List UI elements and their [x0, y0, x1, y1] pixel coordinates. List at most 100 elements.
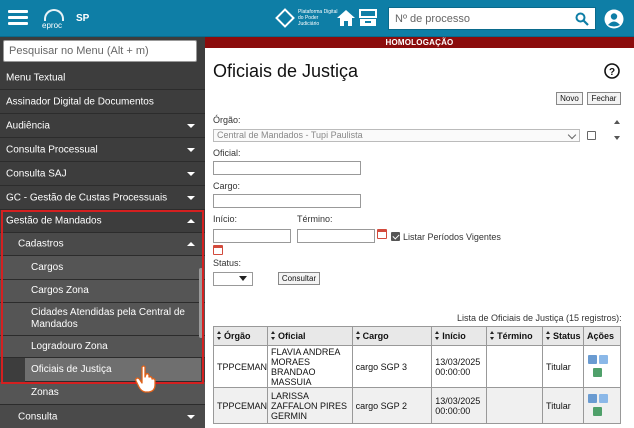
chevron-down-icon [187, 414, 195, 419]
sidebar-subitem-cargos-zona[interactable]: Cargos Zona [0, 280, 205, 303]
home-icon[interactable] [336, 9, 356, 27]
sidebar-item-label: Zonas [31, 387, 59, 398]
sidebar-item-gestao-custas[interactable]: GC - Gestão de Custas Processuais [0, 186, 205, 210]
sidebar-item-label: Cargos [31, 261, 64, 273]
cell-inicio: 13/03/2025 00:00:00 [431, 387, 488, 424]
process-search-input[interactable] [395, 11, 565, 27]
logo-text: eproc [42, 21, 63, 30]
cell-acoes [583, 345, 621, 388]
cell-status: Titular [542, 387, 585, 424]
sidebar-item-consulta[interactable]: Consulta [0, 405, 205, 428]
sidebar-item-label: Consulta [18, 411, 58, 422]
sidebar-scrollbar[interactable] [199, 268, 203, 338]
cell-status: Titular [542, 345, 585, 388]
help-icon[interactable]: ? [604, 63, 620, 79]
cell-termino [486, 387, 544, 424]
orgao-select[interactable]: Central de Mandados - Tupi Paulista [213, 129, 580, 142]
new-button[interactable]: Novo [556, 92, 583, 105]
cell-orgao: TPPCEMAN [212, 387, 269, 424]
sidebar-item-label: Oficiais de Justiça [31, 363, 112, 375]
edit-icon[interactable] [588, 354, 598, 364]
sidebar-item-label: GC - Gestão de Custas Processuais [6, 192, 168, 203]
sidebar-subitem-oficiais-justica[interactable]: Oficiais de Justiça [25, 358, 201, 382]
document-icon[interactable] [599, 393, 609, 403]
eproc-logo[interactable]: eproc [42, 7, 66, 31]
sidebar-item-label: Cidades Atendidas pela Central de Mandad… [31, 307, 185, 330]
homologation-banner: HOMOLOGAÇÃO [205, 37, 634, 48]
hand-pointer-cursor-icon [135, 365, 156, 393]
inicio-label: Início: [213, 214, 238, 224]
column-header-acoes: Ações [583, 326, 621, 346]
status-label: Status: [213, 258, 242, 268]
chevron-down-icon [187, 195, 195, 200]
termino-calendar-icon[interactable] [377, 229, 387, 239]
menu-search-box[interactable] [3, 40, 197, 62]
cell-orgao: TPPCEMAN [212, 345, 269, 388]
cargo-field[interactable] [213, 194, 361, 208]
sidebar-item-cadastros[interactable]: Cadastros [0, 233, 205, 256]
column-header-inicio[interactable]: Início [431, 326, 488, 346]
oficial-field[interactable] [213, 161, 361, 175]
svg-text:?: ? [609, 67, 615, 78]
hamburger-menu-icon[interactable] [8, 10, 28, 26]
cell-cargo: cargo SGP 3 [351, 345, 433, 388]
sidebar-subitem-cargos[interactable]: Cargos [0, 256, 205, 280]
user-account-icon[interactable] [604, 9, 624, 29]
sidebar-subitem-cidades-atendidas[interactable]: Cidades Atendidas pela Central de Mandad… [0, 303, 205, 336]
refresh-icon[interactable] [593, 367, 603, 377]
sidebar-item-label: Menu Textual [6, 72, 66, 83]
sidebar-item-label: Gestão de Mandados [6, 215, 102, 227]
sidebar-subitem-logradouro-zona[interactable]: Logradouro Zona [0, 336, 205, 358]
officers-table: Órgão Oficial Cargo Início Término Statu… [212, 326, 621, 424]
close-button[interactable]: Fechar [587, 92, 621, 105]
top-bar: eproc SP Plataforma Digital do Poder Jud… [0, 0, 634, 37]
consultar-button[interactable]: Consultar [278, 272, 320, 285]
sort-icon [355, 331, 361, 340]
status-select[interactable] [213, 272, 253, 286]
column-header-cargo[interactable]: Cargo [351, 326, 433, 346]
cell-acoes [583, 387, 621, 424]
search-icon[interactable] [575, 12, 589, 26]
sidebar-item-gestao-mandados[interactable]: Gestão de Mandados [0, 210, 205, 233]
cell-oficial: FLAVIA ANDREA MORAES BRANDAO MASSUIA [267, 345, 353, 388]
cell-oficial: LARISSA ZAFFALON PIRES GERMIN [267, 387, 353, 424]
sidebar-item-consulta-processual[interactable]: Consulta Processual [0, 138, 205, 162]
inbox-tray-icon[interactable] [359, 9, 377, 27]
table-caption: Lista de Oficiais de Justiça (15 registr… [457, 313, 622, 323]
edit-icon[interactable] [588, 393, 598, 403]
termino-date-field[interactable] [297, 229, 375, 243]
column-header-oficial[interactable]: Oficial [267, 326, 353, 346]
column-header-termino[interactable]: Término [486, 326, 544, 346]
orgao-checkbox[interactable] [587, 131, 596, 140]
chevron-down-icon [187, 171, 195, 176]
sidebar-item-label: Consulta Processual [6, 144, 98, 155]
table-row: TPPCEMAN FLAVIA ANDREA MORAES BRANDAO MA… [212, 345, 621, 388]
cell-inicio: 13/03/2025 00:00:00 [431, 345, 488, 388]
inicio-date-field[interactable] [213, 229, 291, 243]
sidebar-item-consulta-saj[interactable]: Consulta SAJ [0, 162, 205, 186]
sidebar-item-menu-textual[interactable]: Menu Textual [0, 66, 205, 90]
sort-icon [217, 331, 222, 340]
platform-logo: Plataforma Digital do Poder Judiciário [275, 8, 337, 29]
sidebar-item-assinador[interactable]: Assinador Digital de Documentos [0, 90, 205, 114]
document-icon[interactable] [599, 354, 609, 364]
chevron-down-icon [187, 147, 195, 152]
sidebar-item-label: Consulta SAJ [6, 168, 67, 179]
table-header-row: Órgão Oficial Cargo Início Término Statu… [212, 326, 621, 346]
menu-search-input[interactable] [4, 41, 196, 61]
table-row: TPPCEMAN LARISSA ZAFFALON PIRES GERMIN c… [212, 387, 621, 424]
sidebar-item-label: Audiência [6, 120, 50, 131]
process-search-box[interactable] [388, 7, 596, 30]
refresh-icon[interactable] [593, 406, 603, 416]
sort-icon [435, 331, 440, 340]
chevron-up-icon [187, 219, 195, 223]
orgao-select-value: Central de Mandados - Tupi Paulista [217, 130, 363, 140]
column-header-status[interactable]: Status [542, 326, 585, 346]
oficial-label: Oficial: [213, 148, 241, 158]
sidebar-subitem-zonas[interactable]: Zonas [0, 382, 205, 405]
sidebar-item-audiencia[interactable]: Audiência [0, 114, 205, 138]
listar-vigentes-checkbox[interactable] [391, 232, 400, 241]
inicio-calendar-icon[interactable] [213, 245, 223, 255]
column-header-orgao[interactable]: Órgão [212, 326, 269, 346]
mini-scroll-arrows-icon[interactable] [613, 118, 621, 142]
